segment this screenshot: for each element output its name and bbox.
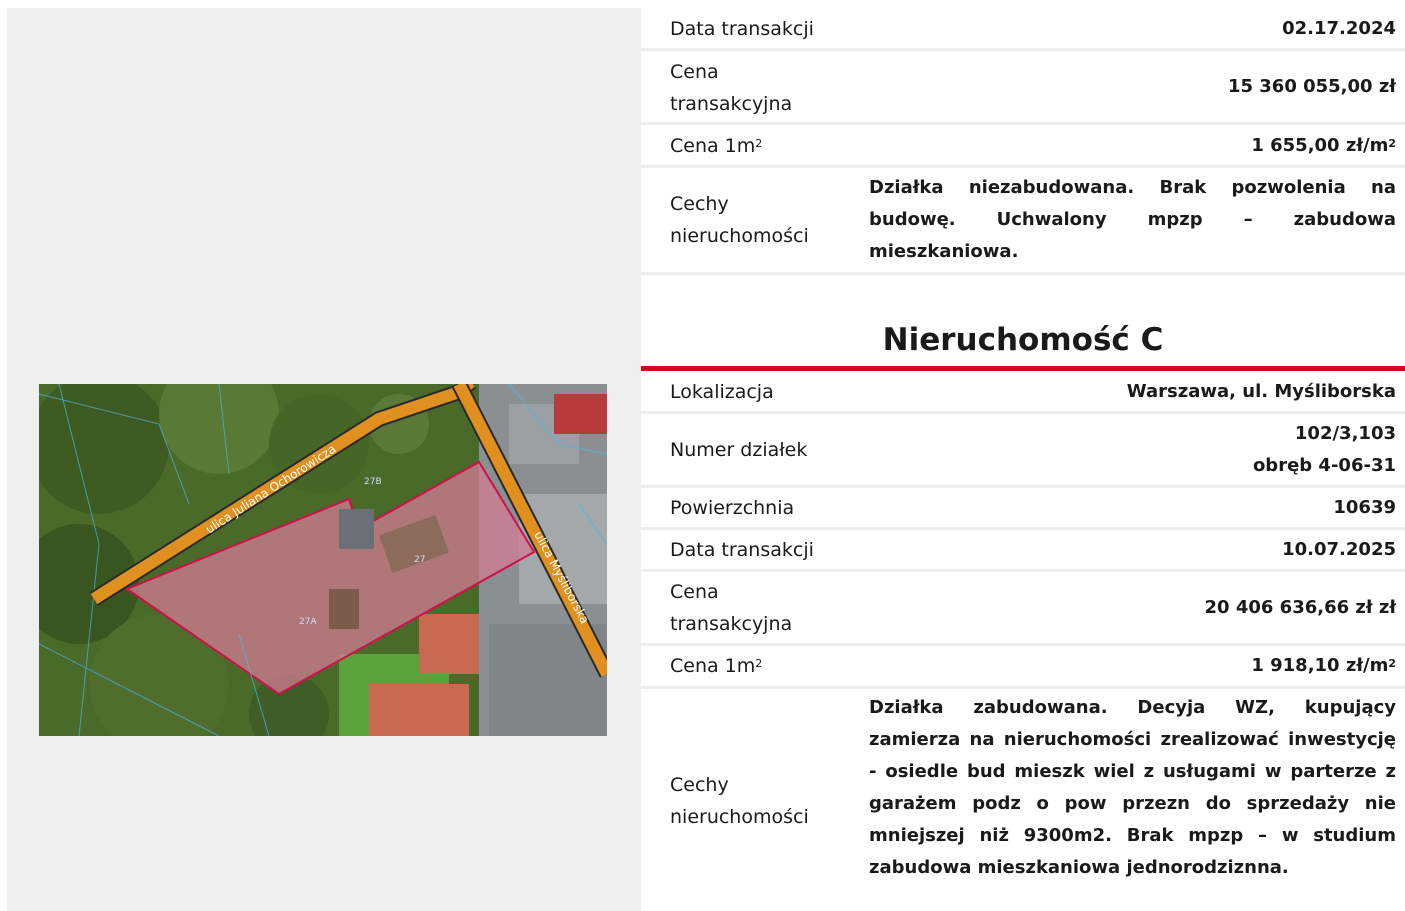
label-line-1: Cechy: [670, 193, 729, 215]
value-line-1: 102/3,103: [1294, 423, 1396, 444]
label-sup: 2: [755, 137, 763, 150]
row-b-transaction-date: Data transakcji 02.17.2024: [641, 10, 1405, 51]
row-c-transaction-price: Cena transakcyjna 20 406 636,66 zł zł: [641, 572, 1405, 646]
plot-marker-27: 27: [414, 555, 425, 565]
label-line-1: Cena: [670, 581, 719, 603]
row-c-plot-numbers: Numer działek 102/3,103 obręb 4-06-31: [641, 414, 1405, 488]
row-c-transaction-date: Data transakcji 10.07.2025: [641, 530, 1405, 572]
value: Działka zabudowana. Decyja WZ, kupujący …: [869, 697, 1396, 878]
row-c-area: Powierzchnia 10639: [641, 488, 1405, 530]
value-line-2: obręb 4-06-31: [1252, 455, 1396, 476]
value: Działka niezabudowana. Brak pozwolenia n…: [869, 177, 1396, 262]
label: Numer działek: [670, 439, 808, 461]
value-sup: 2: [1388, 657, 1396, 670]
label: Cechy nieruchomości: [670, 188, 809, 252]
label-text: Cena 1m: [670, 655, 756, 677]
satellite-map-image: ulica Juliana Ochorowicza ulica Myślibor…: [39, 384, 607, 736]
label: Cena transakcyjna: [670, 56, 792, 120]
label-line-2: nieruchomości: [670, 225, 809, 247]
label: Data transakcji: [670, 539, 814, 561]
label-text: Cena 1m: [670, 135, 756, 157]
value: Warszawa, ul. Myśliborska: [1126, 381, 1396, 402]
value-text: 1 918,10 zł/m: [1251, 655, 1389, 676]
label: Cena 1m2: [670, 130, 762, 162]
value: 02.17.2024: [1282, 18, 1396, 39]
row-b-features: Cechy nieruchomości Działka niezabudowan…: [641, 168, 1405, 275]
value-sup: 2: [1388, 137, 1396, 150]
value: 1 655,00 zł/m2: [1251, 130, 1396, 162]
details-panel: Data transakcji 02.17.2024 Cena transakc…: [641, 0, 1405, 911]
title-divider: [641, 366, 1405, 371]
label-line-2: transakcyjna: [670, 93, 793, 115]
plot-marker-27b: 27B: [364, 477, 382, 487]
row-b-price-per-m2: Cena 1m2 1 655,00 zł/m2: [641, 125, 1405, 168]
section-title: Nieruchomość C: [882, 322, 1164, 358]
value: 1 918,10 zł/m2: [1251, 650, 1396, 682]
value: 102/3,103 obręb 4-06-31: [1253, 418, 1396, 482]
label-line-2: nieruchomości: [670, 806, 809, 828]
label: Cena 1m2: [670, 650, 762, 682]
label-line-1: Cechy: [670, 774, 729, 796]
value: 15 360 055,00 zł: [1227, 76, 1396, 97]
label: Data transakcji: [670, 18, 814, 40]
label-sup: 2: [755, 657, 763, 670]
plot-marker-27a: 27A: [299, 617, 317, 627]
value-text: 1 655,00 zł/m: [1251, 135, 1389, 156]
label: Powierzchnia: [670, 497, 795, 519]
label: Lokalizacja: [670, 381, 774, 403]
row-b-transaction-price: Cena transakcyjna 15 360 055,00 zł: [641, 51, 1405, 125]
value: 10639: [1333, 497, 1396, 518]
row-c-features: Cechy nieruchomości Działka zabudowana. …: [641, 689, 1405, 911]
label-line-1: Cena: [670, 61, 719, 83]
row-c-price-per-m2: Cena 1m2 1 918,10 zł/m2: [641, 646, 1405, 689]
value: 10.07.2025: [1282, 539, 1396, 560]
label-line-2: transakcyjna: [670, 613, 793, 635]
value: 20 406 636,66 zł zł: [1204, 597, 1396, 618]
row-c-location: Lokalizacja Warszawa, ul. Myśliborska: [641, 372, 1405, 414]
label: Cena transakcyjna: [670, 576, 792, 640]
label: Cechy nieruchomości: [670, 769, 809, 833]
